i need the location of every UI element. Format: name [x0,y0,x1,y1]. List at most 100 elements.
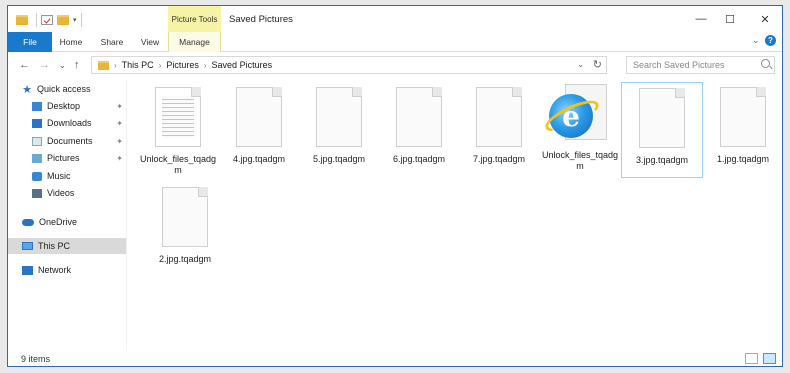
file-item[interactable]: 4.jpg.tqadgm [218,82,300,178]
file-name: 3.jpg.tqadgm [635,155,689,165]
nav-label: Quick access [37,84,91,94]
file-name: 7.jpg.tqadgm [472,154,526,164]
breadcrumb-saved-pictures[interactable]: Saved Pictures [212,60,273,70]
ribbon-tabs: File Home Share View Manage ⌄ ? [8,32,782,52]
back-arrow-icon[interactable]: ← [19,59,30,71]
breadcrumb-separator-icon: › [114,60,117,70]
tab-home[interactable]: Home [55,32,87,52]
pin-icon: ✦ [116,136,123,146]
file-item[interactable]: 1.jpg.tqadgm [702,82,782,178]
properties-icon[interactable] [41,15,53,25]
nav-quick-access[interactable]: ★ Quick access [8,81,126,97]
nav-label: Music [47,171,71,181]
pictures-icon [32,153,42,163]
file-name: 2.jpg.tqadgm [158,254,212,264]
nav-label: Desktop [47,101,81,111]
blank-file-icon [639,88,685,148]
file-item[interactable]: Unlock_files_tqadgm [137,82,219,178]
computer-icon [22,242,33,250]
new-folder-icon[interactable] [57,15,69,25]
network-icon [22,265,33,275]
onedrive-cloud-icon [22,218,34,226]
folder-icon [16,15,28,25]
breadcrumb-separator-icon: › [158,60,162,70]
address-dropdown-chevron-icon[interactable]: ⌄ [577,60,584,69]
tab-view[interactable]: View [135,32,165,52]
nav-label: Documents [47,136,93,146]
file-item[interactable]: 6.jpg.tqadgm [378,82,460,178]
picture-tools-context-tab: Picture Tools [168,6,221,32]
nav-item-downloads[interactable]: Downloads ✦ [8,115,126,131]
nav-onedrive[interactable]: OneDrive [8,214,126,230]
file-item[interactable]: 7.jpg.tqadgm [458,82,540,178]
maximize-button[interactable]: ☐ [723,12,737,26]
quick-access-toolbar: ▾ [16,13,86,27]
breadcrumb-this-pc[interactable]: This PC [122,60,154,70]
blank-file-icon [316,87,362,147]
file-name: Unlock_files_tqadgm [541,150,619,171]
nav-item-desktop[interactable]: Desktop ✦ [8,98,126,114]
nav-label: Network [38,265,72,275]
breadcrumb-pictures[interactable]: Pictures [166,60,199,70]
pin-icon: ✦ [116,118,123,128]
blank-file-icon [720,87,766,147]
details-view-icon[interactable] [745,353,758,364]
customize-toolbar-chevron-icon[interactable]: ▾ [73,16,77,24]
blank-file-icon [396,87,442,147]
nav-item-music[interactable]: Music [8,168,126,184]
nav-item-pictures[interactable]: Pictures ✦ [8,150,126,166]
file-name: Unlock_files_tqadgm [139,154,217,175]
address-bar[interactable]: › This PC › Pictures › Saved Pictures ⌄ … [91,56,607,74]
search-placeholder: Search Saved Pictures [633,60,725,70]
nav-label: This PC [38,241,71,251]
file-name: 6.jpg.tqadgm [392,154,446,164]
folder-icon [98,60,109,70]
file-item[interactable]: e Unlock_files_tqadgm [539,82,621,178]
blank-file-icon [476,87,522,147]
pin-icon: ✦ [116,101,123,111]
file-list: Unlock_files_tqadgm 4.jpg.tqadgm 5.jpg.t… [127,80,782,350]
documents-icon [32,136,42,146]
help-icon[interactable]: ? [765,35,776,46]
tab-file[interactable]: File [8,32,52,52]
file-item[interactable]: 5.jpg.tqadgm [298,82,380,178]
internet-explorer-icon: e [541,84,611,150]
nav-item-documents[interactable]: Documents ✦ [8,133,126,149]
nav-this-pc[interactable]: This PC [8,238,126,254]
title-bar: ▾ Picture Tools Saved Pictures — ☐ ✕ [8,6,782,32]
desktop-icon [32,101,42,111]
close-button[interactable]: ✕ [758,12,772,26]
up-arrow-icon[interactable]: ↑ [74,59,80,71]
nav-label: Videos [47,188,75,198]
item-count: 9 items [21,354,51,364]
address-row: ← → ⌄ ↑ › This PC › Pictures › Saved Pic… [8,52,782,80]
downloads-icon [32,118,42,128]
minimize-button[interactable]: — [694,12,708,26]
nav-label: OneDrive [39,217,78,227]
breadcrumb-separator-icon: › [203,60,207,70]
navigation-pane: ★ Quick access Desktop ✦ Downloads ✦ Doc… [8,80,126,350]
blank-file-icon [236,87,282,147]
file-name: 1.jpg.tqadgm [716,154,770,164]
search-icon [761,59,770,68]
status-bar: 9 items [8,350,782,366]
tab-manage[interactable]: Manage [168,32,221,52]
file-item-selected[interactable]: 3.jpg.tqadgm [621,82,703,178]
search-input[interactable]: Search Saved Pictures [626,56,775,74]
music-icon [32,171,42,181]
forward-arrow-icon[interactable]: → [39,59,50,71]
tab-share[interactable]: Share [96,32,128,52]
pin-icon: ✦ [116,153,123,163]
recent-locations-chevron-icon[interactable]: ⌄ [59,61,66,70]
nav-label: Downloads [47,118,92,128]
large-icons-view-icon[interactable] [763,353,776,364]
nav-network[interactable]: Network [8,262,126,278]
refresh-icon[interactable]: ↻ [593,58,602,71]
blank-file-icon [162,187,208,247]
file-name: 5.jpg.tqadgm [312,154,366,164]
star-icon: ★ [22,83,32,96]
collapse-ribbon-chevron-icon[interactable]: ⌄ [752,35,760,46]
file-item[interactable]: 2.jpg.tqadgm [144,182,226,278]
videos-icon [32,188,42,198]
nav-item-videos[interactable]: Videos [8,185,126,201]
